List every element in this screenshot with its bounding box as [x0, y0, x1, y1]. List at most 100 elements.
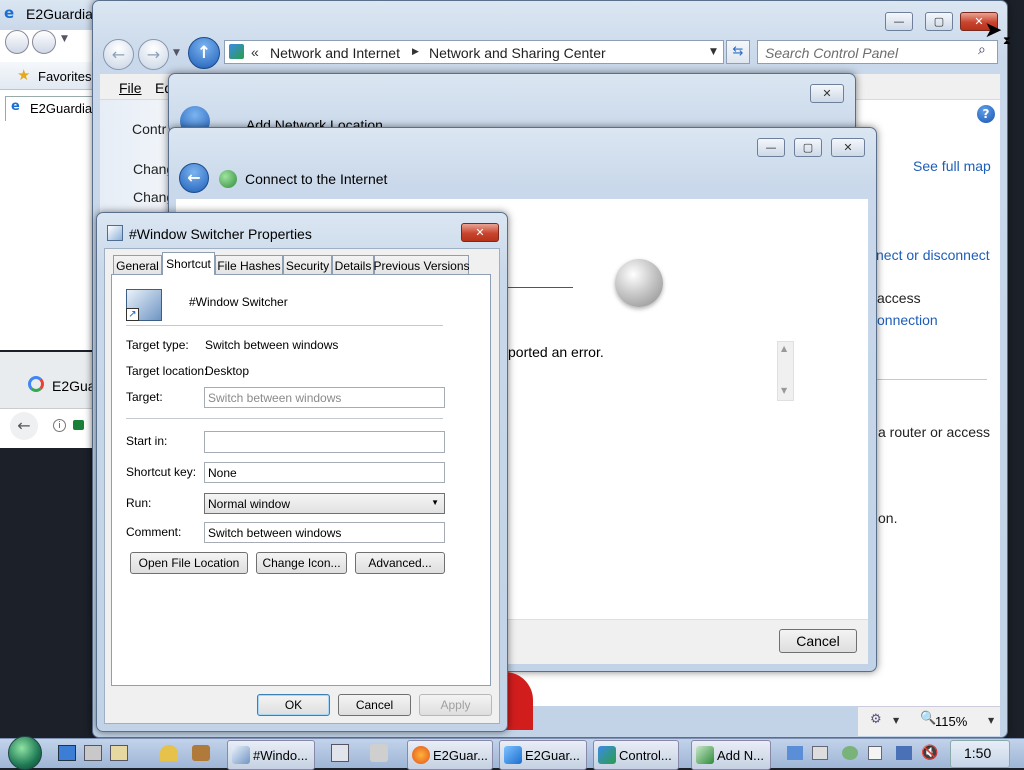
- cp-right-divider: [877, 379, 987, 380]
- ie-tab-favicon-icon: e: [11, 99, 20, 114]
- breadcrumb-sharing-center[interactable]: Network and Sharing Center: [429, 45, 606, 61]
- search-placeholder[interactable]: Search Control Panel: [765, 45, 898, 61]
- connect-cancel-button[interactable]: Cancel: [779, 629, 857, 653]
- zoom-icon[interactable]: 🔍: [920, 711, 936, 726]
- lock-icon: [73, 420, 84, 430]
- cp-up-button[interactable]: ↑: [188, 37, 220, 69]
- busy-hourglass-icon: ⧗: [1003, 34, 1011, 47]
- connection-link[interactable]: onnection: [877, 312, 938, 328]
- properties-close-button[interactable]: ✕: [461, 223, 499, 242]
- favorites-label[interactable]: Favorites: [38, 69, 91, 84]
- clock-time[interactable]: 1:50: [964, 745, 991, 761]
- chrome-back-icon[interactable]: ←: [10, 412, 38, 440]
- info-icon[interactable]: i: [53, 419, 66, 432]
- on-text: on.: [878, 510, 898, 526]
- change-icon-button[interactable]: Change Icon...: [256, 552, 347, 574]
- breadcrumb-chevron-icon[interactable]: ▶: [412, 47, 419, 57]
- cp-recent-dropdown-icon[interactable]: ▼: [173, 48, 180, 58]
- address-dropdown-icon[interactable]: ▼: [710, 47, 717, 57]
- taskbar-e2guardian-ie[interactable]: E2Guar...: [499, 740, 587, 770]
- target-label: Target:: [126, 390, 163, 404]
- tray-icon-2[interactable]: [812, 746, 828, 760]
- shortcut-key-label: Shortcut key:: [126, 465, 197, 479]
- tab-security[interactable]: Security: [283, 255, 332, 275]
- tab-file-hashes[interactable]: File Hashes: [215, 255, 283, 275]
- cp-left-item-1[interactable]: Contr: [132, 121, 166, 137]
- ie-browser-window: e E2Guardia ▼ ★ Favorites e E2Guardia: [0, 0, 100, 350]
- cp-minimize-button[interactable]: —: [885, 12, 913, 31]
- run-select[interactable]: Normal window ▼: [204, 493, 445, 514]
- breadcrumb-prefix[interactable]: «: [251, 44, 259, 60]
- open-file-location-button[interactable]: Open File Location: [130, 552, 248, 574]
- zoom-level[interactable]: 115%: [935, 714, 967, 729]
- ie-tab2-title[interactable]: E2Guardia: [30, 101, 92, 116]
- protected-dropdown-icon[interactable]: ▼: [893, 716, 899, 725]
- search-icon[interactable]: ⌕: [978, 42, 986, 58]
- connect-maximize-button[interactable]: ▢: [794, 138, 822, 157]
- tray-icon-3[interactable]: [842, 746, 858, 760]
- ok-button[interactable]: OK: [257, 694, 330, 716]
- advanced-button[interactable]: Advanced...: [355, 552, 445, 574]
- ie-forward-button[interactable]: [32, 30, 56, 54]
- quicklaunch-app-icon-2[interactable]: [110, 745, 128, 761]
- tray-flag-icon[interactable]: [868, 746, 882, 760]
- tray-icon-1[interactable]: [787, 746, 803, 760]
- tray-network-icon[interactable]: [896, 746, 912, 760]
- start-in-field[interactable]: [204, 431, 445, 453]
- target-location-value: Desktop: [205, 364, 250, 378]
- start-in-label: Start in:: [126, 434, 168, 448]
- cp-back-button[interactable]: ←: [103, 39, 134, 70]
- comment-field[interactable]: Switch between windows: [204, 522, 445, 543]
- help-icon[interactable]: ?: [977, 105, 995, 123]
- connect-close-button[interactable]: ✕: [831, 138, 865, 157]
- quicklaunch-app-icon-1[interactable]: [84, 745, 102, 761]
- connect-disconnect-link[interactable]: nect or disconnect: [876, 247, 990, 263]
- connect-minimize-button[interactable]: —: [757, 138, 785, 157]
- window-switcher-icon: [232, 746, 250, 764]
- props-divider-1: [126, 325, 443, 326]
- taskbar-app-icon-5[interactable]: [331, 744, 349, 762]
- cp-forward-button[interactable]: →: [138, 39, 169, 70]
- ie-history-dropdown-icon[interactable]: ▼: [61, 34, 68, 44]
- cp-maximize-button[interactable]: ▢: [925, 12, 953, 31]
- apply-button[interactable]: Apply: [419, 694, 492, 716]
- mouse-pointer-icon: ➤: [984, 18, 1003, 43]
- taskbar-app-icon-6[interactable]: [370, 744, 388, 762]
- tab-shortcut[interactable]: Shortcut: [162, 252, 215, 275]
- taskbar-window-switcher[interactable]: #Windo...: [227, 740, 315, 770]
- tab-details[interactable]: Details: [332, 255, 374, 275]
- breadcrumb-network-internet[interactable]: Network and Internet: [270, 45, 400, 61]
- taskbar-e2guardian-firefox[interactable]: E2Guar...: [407, 740, 493, 770]
- quicklaunch-desktop-icon[interactable]: [58, 745, 76, 761]
- quicklaunch-app-icon-4[interactable]: [192, 745, 210, 761]
- quicklaunch-app-icon-3[interactable]: [160, 745, 178, 761]
- protected-mode-icon[interactable]: ⚙: [870, 712, 882, 727]
- target-type-label: Target type:: [126, 338, 189, 352]
- access-text: access: [877, 290, 921, 306]
- ie-back-button[interactable]: [5, 30, 29, 54]
- props-divider-2: [126, 418, 443, 419]
- refresh-button[interactable]: ⇆: [726, 40, 750, 64]
- start-button[interactable]: [8, 736, 42, 770]
- scroll-down-icon[interactable]: ▼: [781, 386, 787, 395]
- taskbar-control-panel[interactable]: Control...: [593, 740, 679, 770]
- add-network-close-button[interactable]: ✕: [810, 84, 844, 103]
- shortcut-key-field[interactable]: None: [204, 462, 445, 483]
- run-dropdown-icon[interactable]: ▼: [431, 498, 439, 507]
- tab-general[interactable]: General: [113, 255, 162, 275]
- add-network-taskbar-icon: [696, 746, 714, 764]
- ie-tab-title: E2Guardia: [26, 6, 93, 22]
- see-full-map-link[interactable]: See full map: [913, 158, 991, 174]
- zoom-dropdown-icon[interactable]: ▼: [988, 716, 994, 725]
- menu-file[interactable]: File: [119, 80, 142, 96]
- scroll-up-icon[interactable]: ▲: [781, 344, 787, 353]
- cancel-button[interactable]: Cancel: [338, 694, 411, 716]
- tab-previous-versions[interactable]: Previous Versions: [373, 255, 470, 275]
- target-field[interactable]: Switch between windows: [204, 387, 445, 408]
- taskbar-add-network[interactable]: Add N...: [691, 740, 771, 770]
- favorites-star-icon[interactable]: ★: [17, 66, 30, 84]
- connect-back-button[interactable]: ←: [179, 163, 209, 193]
- target-type-value: Switch between windows: [205, 338, 339, 352]
- run-select-value: Normal window: [208, 497, 291, 511]
- tray-volume-icon[interactable]: 🔇: [921, 745, 938, 761]
